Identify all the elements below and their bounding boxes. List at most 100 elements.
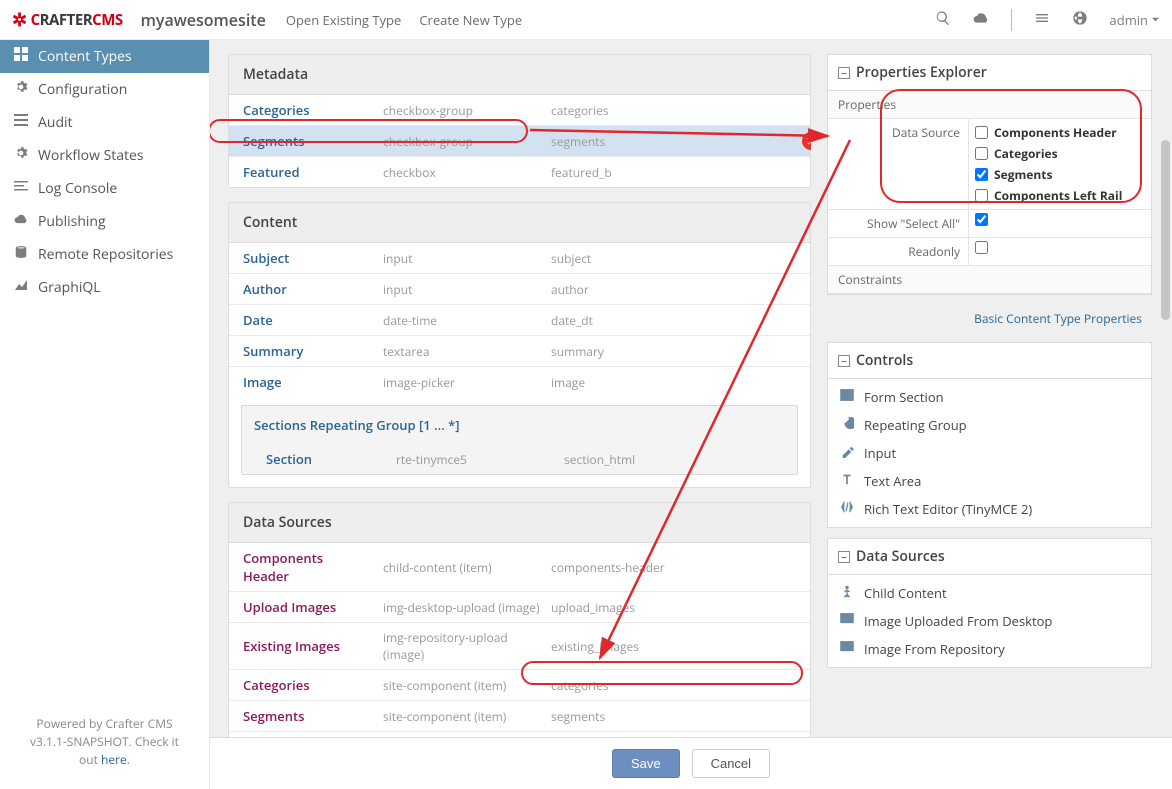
select-all-checkbox[interactable] — [975, 213, 988, 226]
sidebar-item-graphiql[interactable]: GraphiQL — [0, 271, 209, 304]
basic-properties-link[interactable]: Basic Content Type Properties — [827, 305, 1152, 332]
option-label: Components Left Rail — [994, 187, 1122, 204]
open-existing-type-link[interactable]: Open Existing Type — [286, 11, 401, 29]
collapse-icon[interactable]: − — [838, 355, 850, 367]
search-icon[interactable] — [935, 10, 951, 30]
scrollbar[interactable] — [1161, 140, 1170, 320]
control-icon — [840, 472, 854, 490]
readonly-checkbox[interactable] — [975, 241, 988, 254]
datasource-icon — [840, 612, 854, 630]
grid-icon — [14, 47, 28, 66]
control-repeating-group[interactable]: Repeating Group — [828, 411, 1151, 439]
field-type: checkbox-group — [379, 127, 547, 156]
repeating-group-title[interactable]: Sections Repeating Group [1 ... *] — [242, 406, 797, 444]
menu-icon[interactable] — [1034, 10, 1050, 30]
field-var: featured_b — [547, 158, 810, 187]
cancel-button[interactable]: Cancel — [692, 749, 770, 778]
control-input[interactable]: Input — [828, 439, 1151, 467]
sidebar-item-label: Publishing — [38, 212, 106, 231]
section-title-datasources[interactable]: Data Sources — [229, 503, 810, 543]
sidebar-item-audit[interactable]: Audit — [0, 106, 209, 139]
data-source-option-segments[interactable]: Segments — [975, 164, 1145, 185]
field-name[interactable]: Existing Images — [229, 631, 379, 661]
collapse-icon[interactable]: − — [838, 67, 850, 79]
sidebar-item-workflow-states[interactable]: Workflow States — [0, 139, 209, 172]
section-title-metadata[interactable]: Metadata — [229, 55, 810, 95]
field-row-summary[interactable]: Summarytextareasummary — [229, 336, 810, 367]
sidebar-item-label: Audit — [38, 113, 73, 132]
cloud-icon[interactable] — [973, 10, 989, 30]
field-row-subject[interactable]: Subjectinputsubject — [229, 243, 810, 274]
admin-menu[interactable]: admin — [1110, 11, 1160, 29]
field-name[interactable]: Featured — [229, 157, 379, 187]
sidebar-item-log-console[interactable]: Log Console — [0, 172, 209, 205]
field-var: segments — [547, 127, 810, 156]
field-var: categories — [547, 96, 810, 125]
repeating-group[interactable]: Sections Repeating Group [1 ... *] Secti… — [241, 405, 798, 475]
field-var: section_html — [560, 445, 797, 474]
field-row-featured[interactable]: Featuredcheckboxfeatured_b — [229, 157, 810, 187]
datasource-label: Image Uploaded From Desktop — [864, 612, 1052, 630]
datasource-child-content[interactable]: Child Content — [828, 579, 1151, 607]
field-name[interactable]: Date — [229, 305, 379, 335]
field-name[interactable]: Author — [229, 274, 379, 304]
control-text-area[interactable]: Text Area — [828, 467, 1151, 495]
list-icon — [14, 113, 28, 132]
field-type: site-component (item) — [379, 671, 547, 700]
content-section: Content SubjectinputsubjectAuthorinputau… — [228, 202, 811, 488]
field-name[interactable]: Image — [229, 367, 379, 397]
logo: ✲ CRAFTERCMS — [12, 8, 123, 32]
sidebar-item-publishing[interactable]: Publishing — [0, 205, 209, 238]
field-name[interactable]: Categories — [229, 95, 379, 125]
datasource-image-uploaded-from-desktop[interactable]: Image Uploaded From Desktop — [828, 607, 1151, 635]
field-row-components-header[interactable]: Components Headerchild-content (item)com… — [229, 543, 810, 592]
checkbox[interactable] — [975, 147, 988, 160]
checkbox[interactable] — [975, 189, 988, 202]
field-name[interactable]: Components Header — [229, 543, 379, 591]
collapse-icon[interactable]: − — [838, 551, 850, 563]
field-name[interactable]: Categories — [229, 670, 379, 700]
data-source-option-components-header[interactable]: Components Header — [975, 122, 1145, 143]
field-section[interactable]: Section — [242, 444, 392, 474]
field-row-segments[interactable]: Segmentssite-component (item)segments — [229, 701, 810, 732]
field-type: site-component (item) — [379, 702, 547, 731]
control-label: Rich Text Editor (TinyMCE 2) — [864, 500, 1032, 518]
field-row-upload-images[interactable]: Upload Imagesimg-desktop-upload (image)u… — [229, 592, 810, 623]
footer-here-link[interactable]: here — [101, 751, 127, 768]
properties-explorer: −Properties Explorer Properties Data Sou… — [827, 54, 1152, 295]
sidebar-item-content-types[interactable]: Content Types — [0, 40, 209, 73]
field-row-segments[interactable]: Segmentscheckbox-groupsegments✕ — [229, 126, 810, 157]
control-icon — [840, 388, 854, 406]
field-name[interactable]: Summary — [229, 336, 379, 366]
control-form-section[interactable]: Form Section — [828, 383, 1151, 411]
globe-icon[interactable] — [1072, 10, 1088, 30]
field-var: image — [547, 368, 810, 397]
field-name[interactable]: Subject — [229, 243, 379, 273]
field-row-existing-images[interactable]: Existing Imagesimg-repository-upload (im… — [229, 623, 810, 670]
field-row-author[interactable]: Authorinputauthor — [229, 274, 810, 305]
checkbox[interactable] — [975, 126, 988, 139]
field-row-categories[interactable]: Categoriescheckbox-groupcategories — [229, 95, 810, 126]
field-row-image[interactable]: Imageimage-pickerimage — [229, 367, 810, 397]
gear-icon — [14, 80, 28, 99]
save-button[interactable]: Save — [612, 749, 680, 778]
data-source-option-categories[interactable]: Categories — [975, 143, 1145, 164]
create-new-type-link[interactable]: Create New Type — [419, 11, 522, 29]
datasources-panel: −Data Sources Child ContentImage Uploade… — [827, 538, 1152, 668]
field-name[interactable]: Segments — [229, 701, 379, 731]
field-name[interactable]: Segments — [229, 126, 379, 156]
section-title-content[interactable]: Content — [229, 203, 810, 243]
data-source-option-components-left-rail[interactable]: Components Left Rail — [975, 185, 1145, 206]
field-var: subject — [547, 244, 810, 273]
field-row-categories[interactable]: Categoriessite-component (item)categorie… — [229, 670, 810, 701]
sidebar-item-configuration[interactable]: Configuration — [0, 73, 209, 106]
datasource-image-from-repository[interactable]: Image From Repository — [828, 635, 1151, 663]
field-row-date[interactable]: Datedate-timedate_dt — [229, 305, 810, 336]
checkbox[interactable] — [975, 168, 988, 181]
field-name[interactable]: Upload Images — [229, 592, 379, 622]
control-rich-text-editor-tinymce-[interactable]: Rich Text Editor (TinyMCE 2) — [828, 495, 1151, 523]
control-label: Input — [864, 444, 896, 462]
prop-label-readonly: Readonly — [828, 238, 968, 265]
properties-subhead: Properties — [828, 91, 1151, 119]
sidebar-item-remote-repositories[interactable]: Remote Repositories — [0, 238, 209, 271]
